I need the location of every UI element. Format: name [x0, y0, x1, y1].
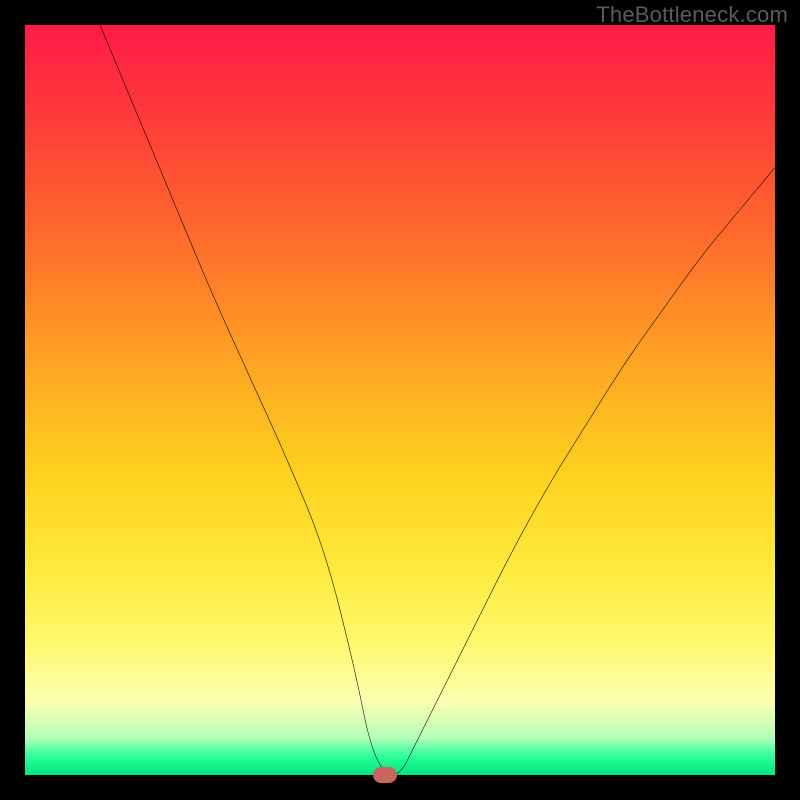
plot-area — [25, 25, 775, 775]
watermark-text: TheBottleneck.com — [596, 2, 788, 28]
curve-layer — [25, 25, 775, 775]
chart-stage: TheBottleneck.com — [0, 0, 800, 800]
optimum-marker — [373, 767, 397, 783]
bottleneck-curve-path — [100, 25, 775, 775]
